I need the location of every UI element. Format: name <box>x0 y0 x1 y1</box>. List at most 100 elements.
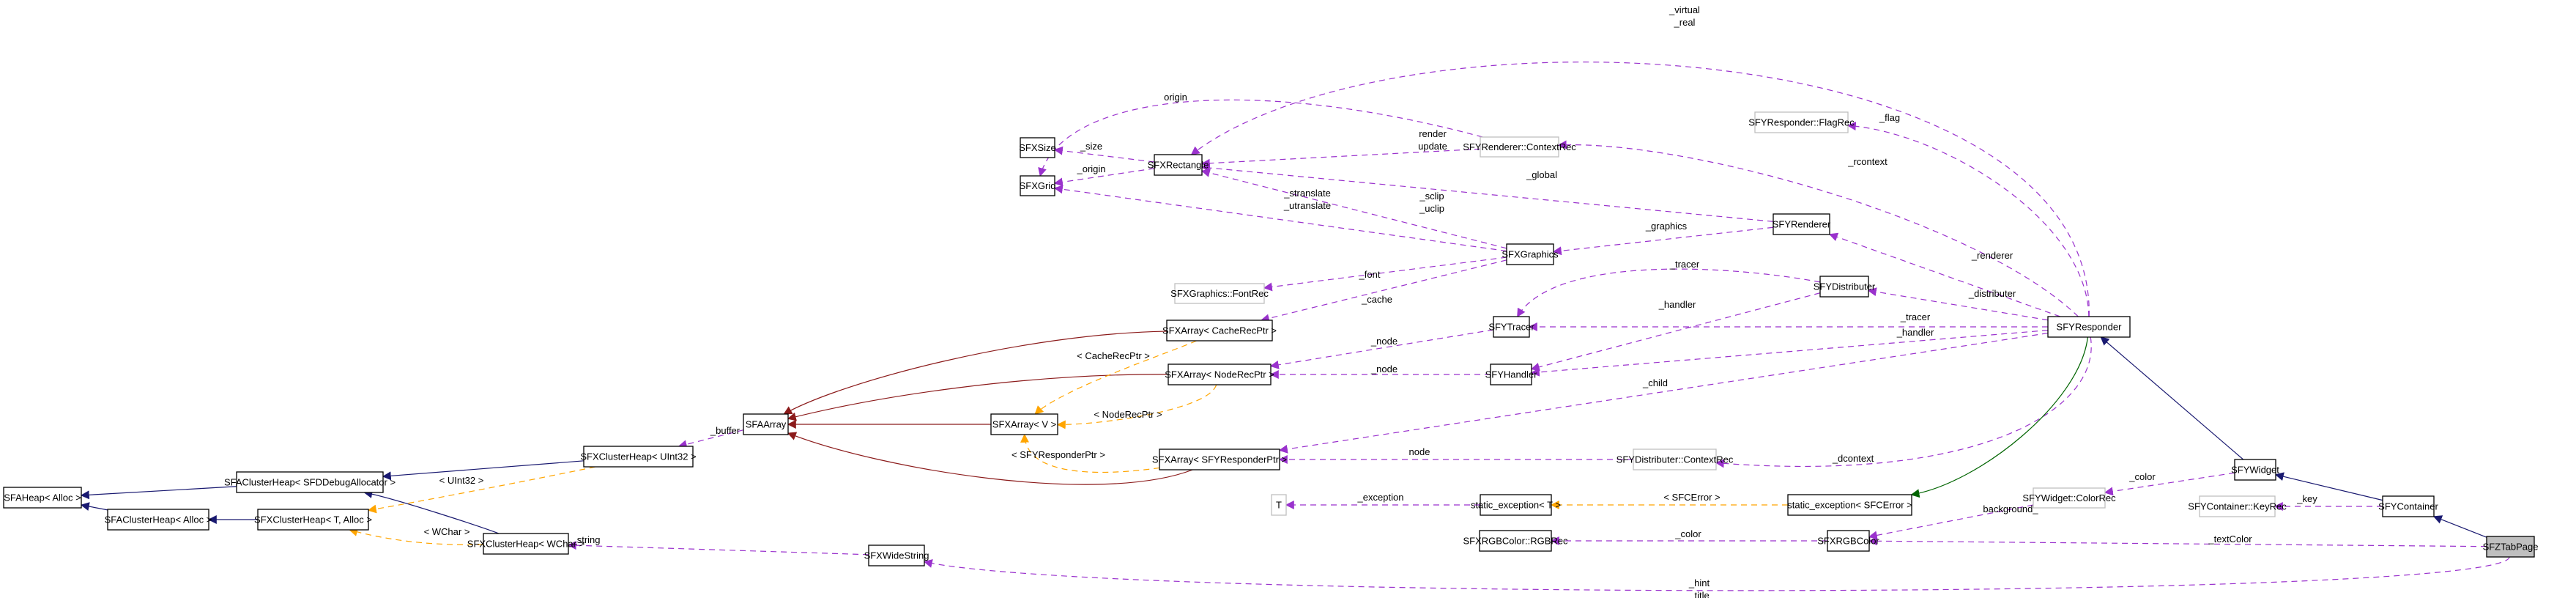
node-label: SFXArray< CacheRecPtr > <box>1162 325 1277 336</box>
edge-public <box>382 460 584 481</box>
edge-public <box>2432 515 2487 538</box>
class-node-sfztabpage[interactable]: SFZTabPage <box>2483 536 2539 558</box>
collaboration-diagram: < UInt32 > < WChar > _buffer < CacheRecPtr … <box>3 4 2539 598</box>
edge-line <box>2274 472 2383 501</box>
edge-member <box>923 556 2510 591</box>
class-node-sfxarrayresp[interactable]: SFXArray< SFYResponderPtr > <box>1152 448 1287 470</box>
edge-member <box>567 541 869 555</box>
edge-line <box>1868 536 2487 547</box>
edge-label: render <box>1419 128 1447 139</box>
class-node-sfxrgbcolor[interactable]: SFXRGBColor <box>1817 530 1879 552</box>
node-label: SFXGrid <box>1020 180 1056 191</box>
node-label: SFXRGBColor::RGBRec <box>1463 536 1568 547</box>
edge-label: < SFYResponderPtr > <box>1012 449 1105 460</box>
class-node-sfaarray[interactable]: SFAArray <box>743 413 789 435</box>
class-node-sfxarraycache[interactable]: SFXArray< CacheRecPtr > <box>1162 320 1277 342</box>
edge-member <box>1260 259 1507 323</box>
node-label: SFXWideString <box>864 550 929 561</box>
edge-label: _rcontext <box>1847 156 1888 167</box>
node-label: SFYWidget <box>2231 465 2279 476</box>
node-label: SFYRenderer::ContextRec <box>1463 141 1576 152</box>
edge-member <box>1867 287 2049 321</box>
edge-label: _uclip <box>1419 203 1444 214</box>
class-node-sfxsize[interactable]: SFXSize <box>1019 137 1056 158</box>
class-node-sfyresponder[interactable]: SFYResponder <box>2047 316 2131 338</box>
node-label: SFAArray <box>746 419 787 430</box>
edge-line <box>1828 232 2060 317</box>
edge-line <box>1910 336 2088 498</box>
class-node-sfxclusterheapt[interactable]: SFXClusterHeap< T, Alloc > <box>254 509 372 531</box>
node-label: SFAClusterHeap< Alloc > <box>105 514 212 525</box>
edge-label: _tracer <box>1900 311 1931 322</box>
class-node-keyrec: SFYContainer::KeyRec <box>2188 495 2287 517</box>
class-node-staticexct[interactable]: static_exception< T > <box>1471 494 1561 516</box>
edge-member <box>1530 330 2049 377</box>
node-label: SFZTabPage <box>2483 542 2539 553</box>
edge-label: _distributer <box>1968 288 2016 299</box>
edge-member <box>1053 146 1155 163</box>
class-node-sfxgrid[interactable]: SFXGrid <box>1020 175 1056 196</box>
node-label: SFYDistributer <box>1814 281 1876 292</box>
edge-label: _size <box>1080 141 1102 152</box>
edge-public <box>80 502 108 511</box>
edge-label: _cache <box>1361 294 1392 305</box>
edges-layer <box>80 62 2510 591</box>
edge-line <box>2104 472 2235 496</box>
edge-member <box>1278 332 2049 454</box>
edge-public <box>80 486 237 500</box>
edge-label: _utranslate <box>1283 200 1331 211</box>
node-label: SFAHeap< Alloc > <box>4 492 81 503</box>
node-label: SFYWidget::ColorRec <box>2022 492 2116 503</box>
edge-member <box>1828 232 2060 317</box>
edge-label: _real <box>1674 17 1696 28</box>
class-node-sfxgraphics[interactable]: SFXGraphics <box>1502 243 1559 265</box>
node-label: SFYTracer <box>1488 322 1534 333</box>
node-label: SFXArray< V > <box>992 419 1056 430</box>
edge-label: < UInt32 > <box>439 475 484 486</box>
edge-member <box>2104 472 2235 496</box>
class-node-fontrec: SFXGraphics::FontRec <box>1170 283 1269 304</box>
node-label: SFXClusterHeap< UInt32 > <box>580 451 696 462</box>
edge-label: _hint <box>1688 577 1710 588</box>
class-node-sfyrenderer[interactable]: SFYRenderer <box>1773 213 1831 235</box>
edge-label: _handler <box>1658 299 1696 310</box>
edge-label: < SFCError > <box>1663 492 1720 503</box>
class-node-sfxarraynode[interactable]: SFXArray< NodeRecPtr > <box>1165 363 1274 385</box>
nodes-layer: SFAHeap< Alloc > SFAClusterHeap< SFDDebug… <box>3 111 2539 566</box>
class-node-rgbrec[interactable]: SFXRGBColor::RGBRec <box>1463 530 1568 552</box>
edge-labels-layer: < UInt32 > < WChar > _buffer < CacheRecPtr … <box>424 4 2318 598</box>
edge-line <box>367 466 595 514</box>
class-node-distcontextrec: SFYDistributer::ContextRec <box>1617 448 1734 470</box>
class-node-flagrec: SFYResponder::FlagRec <box>1748 111 1855 133</box>
class-node-sfxclusterheapwchar[interactable]: SFXClusterHeap< WChar > <box>467 533 584 555</box>
edge-label: _buffer <box>710 425 740 436</box>
class-node-sfxwidestring[interactable]: SFXWideString <box>864 545 929 566</box>
edge-public <box>2100 336 2244 460</box>
class-node-staticexcerr[interactable]: static_exception< SFCError > <box>1787 494 1912 516</box>
class-node-sfydistributer[interactable]: SFYDistributer <box>1814 276 1876 298</box>
edge-label: < WChar > <box>424 526 470 537</box>
class-node-sfyhandler[interactable]: SFYHandler <box>1485 363 1537 385</box>
edge-line <box>1715 336 2092 468</box>
class-node-sfxarrayv[interactable]: SFXArray< V > <box>990 413 1058 435</box>
class-node-sfytracer[interactable]: SFYTracer <box>1488 316 1534 338</box>
node-label: SFYContainer <box>2378 501 2438 512</box>
node-label: SFXClusterHeap< T, Alloc > <box>254 514 372 525</box>
node-label: SFXRGBColor <box>1817 536 1879 547</box>
node-label: static_exception< T > <box>1471 500 1561 511</box>
class-node-sfaclusterheapdbg[interactable]: SFAClusterHeap< SFDDebugAllocator > <box>224 471 396 493</box>
class-node-sfycontainer[interactable]: SFYContainer <box>2378 495 2438 517</box>
edge-label: origin <box>1164 92 1187 103</box>
class-node-sfxclusterheapu32[interactable]: SFXClusterHeap< UInt32 > <box>580 446 697 468</box>
class-node-sfywidget[interactable]: SFYWidget <box>2231 459 2279 481</box>
edge-label: < CacheRecPtr > <box>1077 350 1150 361</box>
class-node-sfaheap[interactable]: SFAHeap< Alloc > <box>3 487 82 509</box>
edge-label: _global <box>1526 169 1557 180</box>
class-node-sfaclusterheap[interactable]: SFAClusterHeap< Alloc > <box>105 509 212 531</box>
node-label: SFXGraphics <box>1502 249 1559 260</box>
node-label: static_exception< SFCError > <box>1787 500 1912 511</box>
edge-member <box>1715 336 2092 468</box>
edge-label: _sclip <box>1419 191 1444 202</box>
node-label: SFYResponder::FlagRec <box>1748 117 1855 128</box>
class-node-sfxrectangle[interactable]: SFXRectangle <box>1148 154 1209 176</box>
